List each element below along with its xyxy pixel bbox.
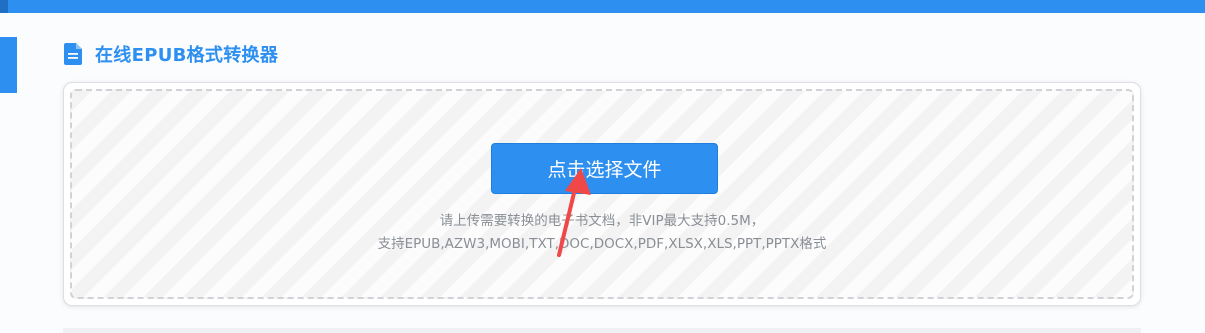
document-icon xyxy=(64,43,82,65)
header-bar-edge xyxy=(0,0,8,13)
page-title-text: 在线EPUB格式转换器 xyxy=(95,45,279,66)
file-drop-zone[interactable]: 点击选择文件 请上传需要转换的电子书文档，非VIP最大支持0.5M， 支持EPU… xyxy=(70,89,1134,299)
section-divider xyxy=(63,328,1141,333)
upload-hint-formats: 支持EPUB,AZW3,MOBI,TXT,DOC,DOCX,PDF,XLSX,X… xyxy=(377,236,827,252)
select-file-button[interactable]: 点击选择文件 xyxy=(491,143,718,194)
upload-hint-size: 请上传需要转换的电子书文档，非VIP最大支持0.5M， xyxy=(439,213,765,229)
top-header-bar xyxy=(0,0,1205,13)
side-tab[interactable] xyxy=(0,37,17,93)
page-title: 在线EPUB格式转换器 xyxy=(64,41,278,67)
upload-card: 点击选择文件 请上传需要转换的电子书文档，非VIP最大支持0.5M， 支持EPU… xyxy=(63,82,1141,306)
